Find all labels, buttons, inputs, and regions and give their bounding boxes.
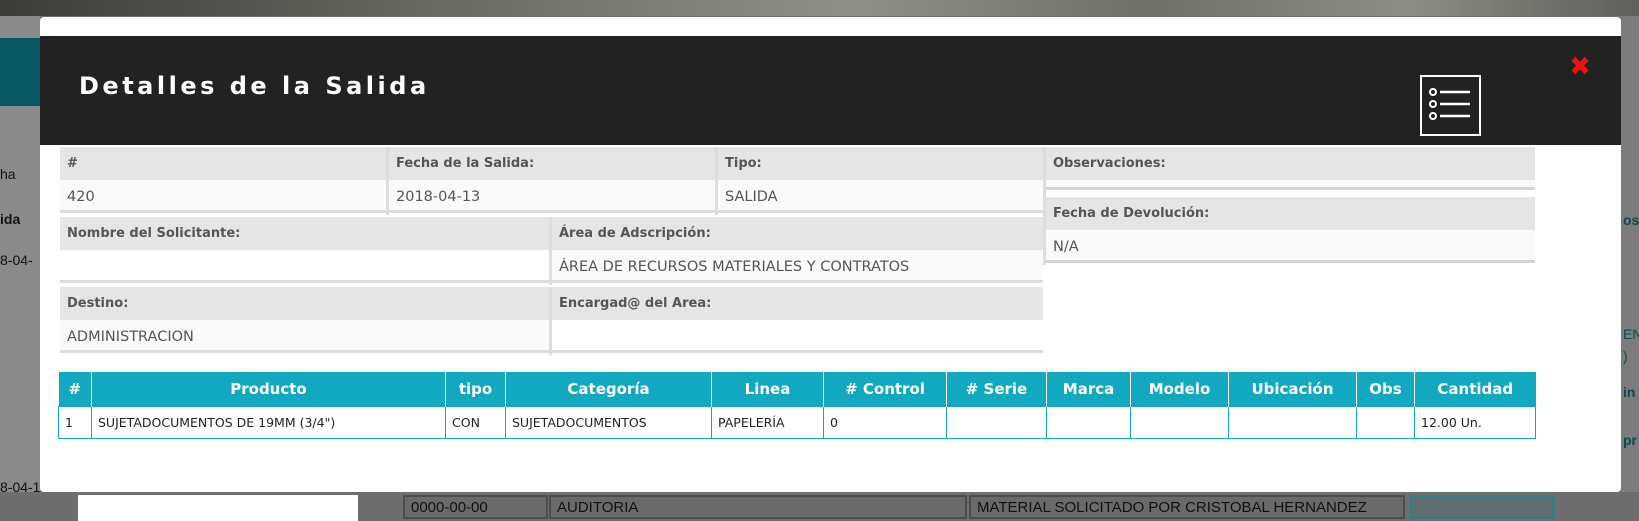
table-cell: CON bbox=[445, 405, 506, 439]
column-header: Linea bbox=[711, 372, 824, 406]
field-area-adscripcion: Área de Adscripción: ÁREA DE RECURSOS MA… bbox=[552, 217, 1043, 283]
field-encargado: Encargad@ del Area: bbox=[552, 287, 1043, 353]
field-value: SALIDA bbox=[718, 180, 1043, 213]
column-header: Marca bbox=[1046, 372, 1131, 406]
field-id: # 420 bbox=[60, 147, 386, 213]
column-header: Producto bbox=[91, 372, 446, 406]
table-cell bbox=[946, 405, 1047, 439]
field-destino: Destino: ADMINISTRACION bbox=[60, 287, 549, 353]
modal-title: Detalles de la Salida bbox=[79, 72, 430, 100]
field-label: Fecha de la Salida: bbox=[389, 147, 715, 180]
background-fragment: pr bbox=[1623, 432, 1637, 448]
background-cell: MATERIAL SOLICITADO POR CRISTOBAL HERNAN… bbox=[969, 495, 1405, 519]
background-teal-bar bbox=[0, 38, 40, 106]
column-header: tipo bbox=[445, 372, 506, 406]
background-cell bbox=[1410, 495, 1555, 519]
field-observaciones: Observaciones: bbox=[1046, 147, 1535, 190]
field-tipo: Tipo: SALIDA bbox=[718, 147, 1043, 213]
table-cell: SUJETADOCUMENTOS bbox=[505, 405, 712, 439]
field-value bbox=[60, 250, 549, 283]
background-fragment: os bbox=[1623, 212, 1639, 228]
background-cell: 0000-00-00 bbox=[403, 495, 548, 519]
column-header: Obs bbox=[1356, 372, 1415, 406]
table-cell bbox=[1228, 405, 1357, 439]
field-value: 2018-04-13 bbox=[389, 180, 715, 213]
field-value: 420 bbox=[60, 180, 386, 213]
field-value bbox=[552, 320, 1043, 353]
field-label: Fecha de Devolución: bbox=[1046, 197, 1535, 230]
table-row: 1 SUJETADOCUMENTOS DE 19MM (3/4") CON SU… bbox=[58, 405, 1536, 439]
background-fragment: ida bbox=[0, 211, 21, 227]
table-cell: SUJETADOCUMENTOS DE 19MM (3/4") bbox=[91, 405, 446, 439]
field-value: ÁREA DE RECURSOS MATERIALES Y CONTRATOS bbox=[552, 250, 1043, 283]
table-header-row: # Producto tipo Categoría Linea # Contro… bbox=[58, 372, 1536, 406]
field-label: Encargad@ del Area: bbox=[552, 287, 1043, 320]
table-cell bbox=[1356, 405, 1415, 439]
column-header: Modelo bbox=[1130, 372, 1229, 406]
field-label: # bbox=[60, 147, 386, 180]
details-modal: Detalles de la Salida ✖ # 420 Fecha de l… bbox=[40, 17, 1621, 492]
column-header: # Control bbox=[823, 372, 947, 406]
background-photo-strip bbox=[0, 0, 1639, 16]
field-value: N/A bbox=[1046, 230, 1535, 263]
field-label: Tipo: bbox=[718, 147, 1043, 180]
checklist-icon bbox=[1420, 75, 1481, 136]
field-solicitante: Nombre del Solicitante: bbox=[60, 217, 549, 283]
field-value: ADMINISTRACION bbox=[60, 320, 549, 353]
background-fragment: in bbox=[1623, 384, 1636, 400]
field-label: Observaciones: bbox=[1046, 147, 1535, 180]
column-header: # Serie bbox=[946, 372, 1047, 406]
background-cell: AUDITORIA bbox=[549, 495, 967, 519]
background-cell bbox=[78, 495, 358, 521]
products-table: # Producto tipo Categoría Linea # Contro… bbox=[58, 372, 1536, 439]
background-fragment: ) bbox=[1623, 348, 1628, 364]
background-fragment: 8-04- bbox=[0, 252, 33, 268]
field-label: Área de Adscripción: bbox=[552, 217, 1043, 250]
column-header: Categoría bbox=[505, 372, 712, 406]
close-icon[interactable]: ✖ bbox=[1568, 54, 1592, 80]
table-cell: PAPELERÍA bbox=[711, 405, 824, 439]
field-label: Nombre del Solicitante: bbox=[60, 217, 549, 250]
background-fragment: EN bbox=[1623, 326, 1639, 342]
table-cell bbox=[1046, 405, 1131, 439]
modal-header: Detalles de la Salida bbox=[40, 36, 1621, 145]
column-header: # bbox=[58, 372, 92, 406]
table-cell: 12.00 Un. bbox=[1414, 405, 1536, 439]
field-fecha-salida: Fecha de la Salida: 2018-04-13 bbox=[389, 147, 715, 213]
background-left-panel bbox=[0, 16, 40, 521]
table-cell: 1 bbox=[58, 405, 92, 439]
column-header: Cantidad bbox=[1414, 372, 1536, 406]
field-value bbox=[1046, 180, 1535, 190]
table-cell bbox=[1130, 405, 1229, 439]
background-fragment: ha bbox=[0, 166, 16, 182]
field-fecha-devolucion: Fecha de Devolución: N/A bbox=[1046, 197, 1535, 263]
column-header: Ubicación bbox=[1228, 372, 1357, 406]
table-cell: 0 bbox=[823, 405, 947, 439]
field-label: Destino: bbox=[60, 287, 549, 320]
